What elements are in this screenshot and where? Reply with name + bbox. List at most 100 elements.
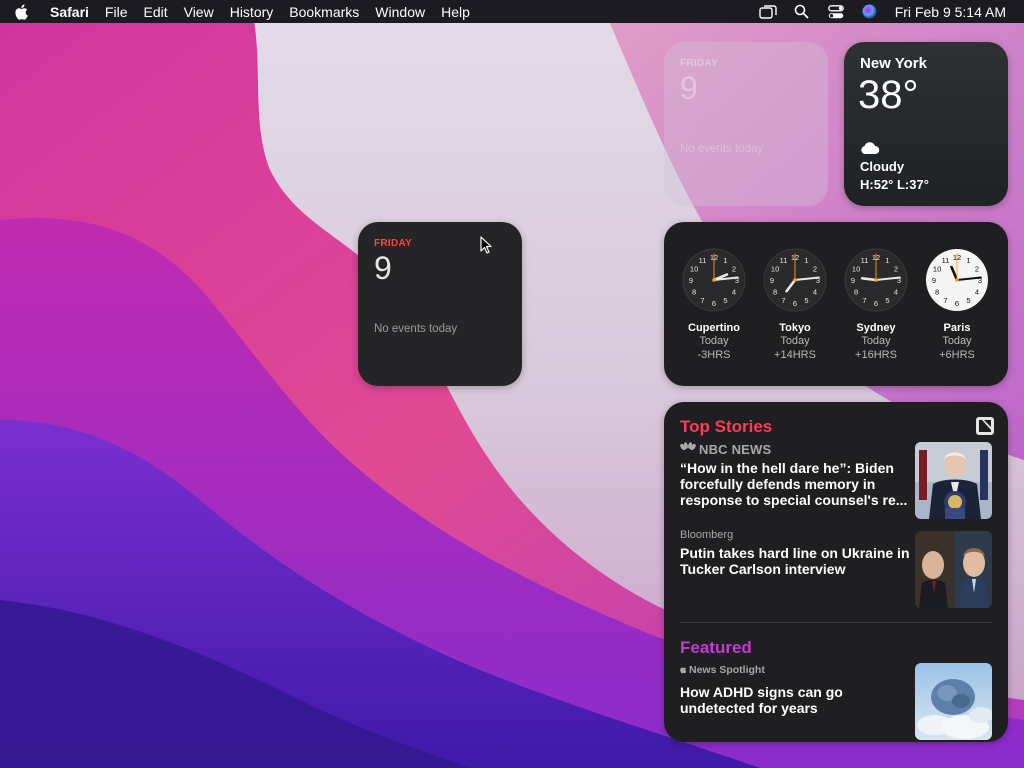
svg-text:4: 4 — [732, 288, 736, 297]
clock-offset-label: +14HRS — [774, 349, 816, 361]
clock-day-label: Today — [780, 335, 810, 347]
calendar-ghost-events: No events today — [680, 143, 764, 155]
clock-city-label: Tokyo — [779, 322, 811, 334]
search-icon[interactable] — [785, 0, 819, 23]
news-app-icon[interactable] — [976, 417, 994, 440]
weather-widget[interactable]: New York 38° Cloudy H:52° L:37° — [844, 42, 1008, 206]
svg-text:2: 2 — [813, 265, 817, 274]
clock-face-icon: 1234567891011 12 — [844, 248, 908, 312]
world-clock-paris[interactable]: 1 2 3 4 5 6 7 8 9 10 11 12 Paris Today +6HRS — [917, 248, 997, 362]
svg-text:4: 4 — [813, 288, 817, 297]
menu-edit[interactable]: Edit — [135, 4, 175, 20]
calendar-events: No events today — [374, 323, 458, 335]
calendar-day: FRIDAY — [374, 238, 413, 249]
svg-text:9: 9 — [851, 276, 855, 285]
world-clock-sydney[interactable]: 1 2 3 4 5 6 7 8 9 10 11 12 Sydney Today +16HRS — [836, 248, 916, 362]
world-clock-cupertino[interactable]: 1 2 3 4 5 6 7 8 9 10 11 12 Cupertino Today -3HRS — [674, 248, 754, 362]
clock-offset-label: +16HRS — [855, 349, 897, 361]
calendar-widget[interactable]: FRIDAY 9 No events today — [358, 222, 522, 386]
story-thumbnail-putin-carlson — [915, 531, 992, 608]
menu-app-name[interactable]: Safari — [44, 4, 97, 20]
story-thumbnail-biden — [915, 442, 992, 519]
svg-text:10: 10 — [771, 265, 779, 274]
svg-text:7: 7 — [700, 296, 704, 305]
svg-text:9: 9 — [770, 276, 774, 285]
svg-text:1: 1 — [723, 256, 727, 265]
svg-text:8: 8 — [773, 288, 777, 297]
menu-file[interactable]: File — [97, 4, 136, 20]
world-clock-widget[interactable]: 1 2 3 4 5 6 7 8 9 10 11 12 Cupertino Today -3HRS 1 2 3 4 5 6… — [664, 222, 1008, 386]
clock-face-icon: 1234567891011 12 — [763, 248, 827, 312]
menu-bookmarks[interactable]: Bookmarks — [281, 4, 367, 20]
clock-offset-label: +6HRS — [939, 349, 975, 361]
svg-text:11: 11 — [861, 256, 869, 265]
cloud-icon — [860, 141, 880, 160]
clock-face-icon: 1234567891011 12 — [682, 248, 746, 312]
siri-icon[interactable] — [853, 0, 887, 23]
weather-condition: Cloudy — [860, 159, 905, 174]
svg-text:5: 5 — [966, 296, 970, 305]
weather-city: New York — [860, 55, 927, 72]
control-center-icon[interactable] — [819, 0, 853, 23]
svg-text:6: 6 — [874, 299, 878, 308]
calendar-widget-ghost[interactable]: FRIDAY 9 No events today — [664, 42, 828, 206]
window-switcher-icon[interactable] — [751, 0, 785, 23]
menu-window[interactable]: Window — [367, 4, 433, 20]
apple-news-icon — [680, 661, 687, 679]
svg-text:2: 2 — [732, 265, 736, 274]
svg-text:5: 5 — [885, 296, 889, 305]
featured-title: Featured — [680, 638, 752, 657]
svg-text:4: 4 — [975, 288, 979, 297]
menu-bar: Safari File Edit View History Bookmarks … — [0, 0, 1024, 23]
svg-text:7: 7 — [943, 296, 947, 305]
svg-text:2: 2 — [894, 265, 898, 274]
svg-text:11: 11 — [942, 256, 950, 265]
menu-view[interactable]: View — [176, 4, 222, 20]
svg-text:6: 6 — [793, 299, 797, 308]
news-widget[interactable]: Top Stories NBC NEWS “How in the hell da… — [664, 402, 1008, 742]
svg-text:11: 11 — [780, 256, 788, 265]
svg-text:1: 1 — [966, 256, 970, 265]
svg-text:9: 9 — [689, 276, 693, 285]
menu-help[interactable]: Help — [433, 4, 478, 20]
svg-text:7: 7 — [781, 296, 785, 305]
world-clock-tokyo[interactable]: 1 2 3 4 5 6 7 8 9 10 11 12 Tokyo Today +14HRS — [755, 248, 835, 362]
calendar-ghost-date: 9 — [680, 70, 698, 106]
svg-text:10: 10 — [852, 265, 860, 274]
svg-text:1: 1 — [804, 256, 808, 265]
svg-text:5: 5 — [723, 296, 727, 305]
apple-menu-icon[interactable] — [0, 3, 44, 20]
svg-text:8: 8 — [935, 288, 939, 297]
weather-temperature: 38° — [858, 73, 919, 117]
nbc-peacock-icon — [680, 440, 696, 458]
clock-city-label: Cupertino — [688, 322, 740, 334]
story-source: NBC NEWS — [699, 441, 772, 457]
svg-text:2: 2 — [975, 265, 979, 274]
svg-text:10: 10 — [933, 265, 941, 274]
svg-text:6: 6 — [955, 299, 959, 308]
svg-text:8: 8 — [692, 288, 696, 297]
top-stories-title: Top Stories — [680, 417, 773, 436]
calendar-date: 9 — [374, 250, 392, 286]
clock-day-label: Today — [942, 335, 972, 347]
svg-text:8: 8 — [854, 288, 858, 297]
clock-city-label: Sydney — [856, 322, 896, 334]
featured-thumbnail-brain — [915, 663, 992, 740]
clock-city-label: Paris — [943, 322, 971, 334]
clock-offset-label: -3HRS — [697, 349, 731, 361]
svg-text:4: 4 — [894, 288, 898, 297]
menu-history[interactable]: History — [222, 4, 282, 20]
svg-text:10: 10 — [690, 265, 698, 274]
featured-source: News Spotlight — [689, 664, 765, 676]
calendar-ghost-day: FRIDAY — [680, 58, 719, 69]
svg-text:11: 11 — [699, 256, 707, 265]
clock-day-label: Today — [861, 335, 891, 347]
mouse-cursor-icon — [480, 236, 492, 259]
svg-text:5: 5 — [804, 296, 808, 305]
svg-text:1: 1 — [885, 256, 889, 265]
menu-bar-clock[interactable]: Fri Feb 9 5:14 AM — [895, 4, 1006, 20]
news-divider — [680, 622, 992, 623]
svg-text:6: 6 — [712, 299, 716, 308]
weather-high-low: H:52° L:37° — [860, 177, 929, 192]
clock-day-label: Today — [699, 335, 729, 347]
